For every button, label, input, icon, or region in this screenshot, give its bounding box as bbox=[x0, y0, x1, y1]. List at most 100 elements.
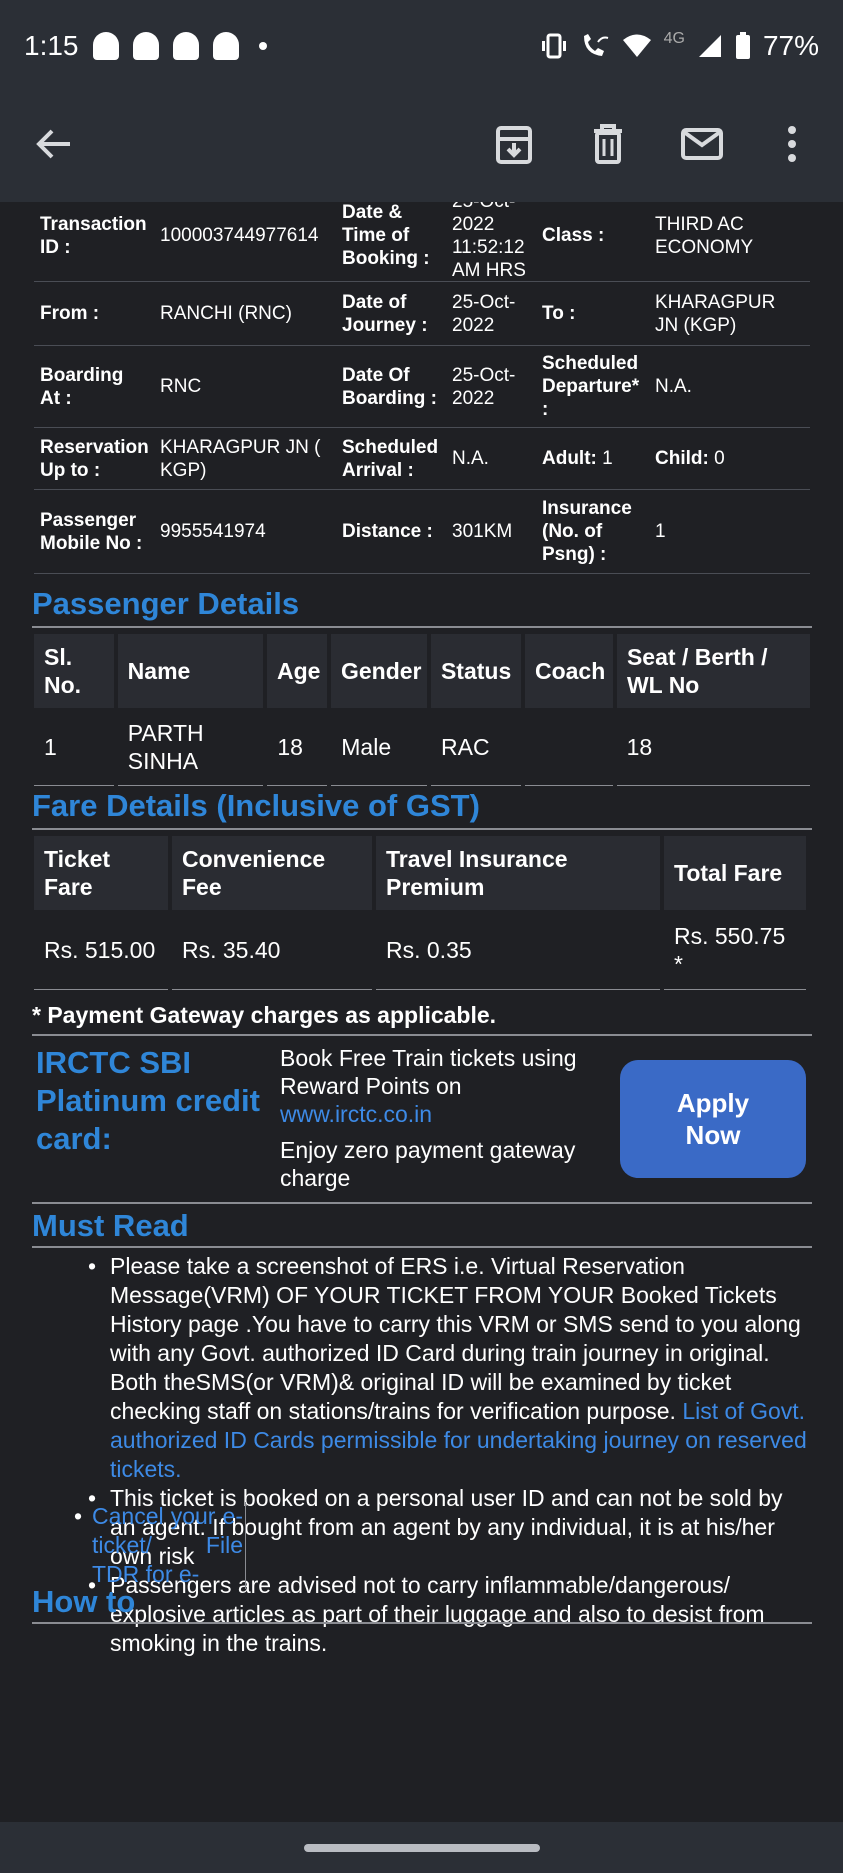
bullet: • bbox=[74, 1503, 83, 1529]
convenience-fee-value: Rs. 35.40 bbox=[172, 910, 372, 990]
snapchat-icon bbox=[212, 32, 239, 60]
column-header: Coach bbox=[524, 634, 613, 708]
booking-time-value: 25-Oct-2022 11:52:12 AM HRS bbox=[446, 202, 536, 281]
table-cell: 1 bbox=[34, 708, 114, 786]
child-count: Child: 0 bbox=[649, 428, 777, 489]
snapchat-icon bbox=[172, 32, 199, 60]
table-cell: 18 bbox=[267, 708, 328, 786]
column-header: Age bbox=[266, 634, 327, 708]
column-header: Name bbox=[117, 634, 263, 708]
wifi-calling-icon bbox=[580, 32, 610, 60]
child-label: Child: bbox=[655, 448, 709, 469]
promo-line: Book Free Train tickets using Reward Poi… bbox=[280, 1045, 577, 1099]
vibrate-icon bbox=[540, 32, 568, 60]
apply-now-button[interactable]: Apply Now bbox=[620, 1060, 806, 1178]
total-fare-value: Rs. 550.75 * bbox=[664, 910, 806, 990]
irctc-link[interactable]: www.irctc.co.in bbox=[280, 1101, 432, 1127]
signal-icon bbox=[697, 33, 723, 59]
divider bbox=[32, 626, 812, 628]
promo-line: Enjoy zero payment gateway charge bbox=[280, 1137, 576, 1191]
transaction-id-label: Transaction ID : bbox=[34, 202, 154, 281]
mobile-value: 9955541974 bbox=[154, 490, 336, 573]
distance-value: 301KM bbox=[446, 490, 536, 573]
more-notifications-icon bbox=[258, 42, 267, 50]
fare-table: Ticket Fare Convenience Fee Travel Insur… bbox=[34, 836, 810, 990]
divider bbox=[32, 1246, 812, 1248]
navigation-bar bbox=[0, 1822, 843, 1873]
to-label: To : bbox=[536, 282, 649, 345]
column-header: Total Fare bbox=[664, 836, 806, 910]
wifi-icon bbox=[622, 33, 652, 59]
fare-details-title: Fare Details (Inclusive of GST) bbox=[32, 788, 480, 823]
boarding-date-label: Date Of Boarding : bbox=[336, 346, 446, 427]
table-row: Transaction ID : 100003744977614 Date & … bbox=[34, 202, 810, 282]
column-header: Sl. No. bbox=[34, 634, 114, 708]
insurance-premium-value: Rs. 0.35 bbox=[376, 910, 660, 990]
battery-level: 77% bbox=[762, 30, 819, 61]
divider bbox=[32, 828, 812, 830]
adult-label: Adult: bbox=[542, 448, 597, 469]
to-value: KHARAGPUR JN (KGP) bbox=[649, 282, 777, 345]
table-row: Rs. 515.00 Rs. 35.40 Rs. 0.35 Rs. 550.75… bbox=[34, 910, 810, 990]
mark-unread-icon[interactable] bbox=[678, 120, 726, 168]
scheduled-arrival-value: N.A. bbox=[446, 428, 536, 489]
snapchat-icon bbox=[92, 32, 119, 60]
ticket-info-table: Transaction ID : 100003744977614 Date & … bbox=[34, 202, 810, 574]
home-gesture-handle[interactable] bbox=[304, 1844, 540, 1852]
clock: 1:15 bbox=[24, 30, 79, 61]
insurance-label: Insurance (No. of Psng) : bbox=[536, 490, 649, 573]
boarding-at-value: RNC bbox=[154, 346, 336, 427]
how-to-title: How to bbox=[32, 1584, 136, 1619]
reservation-upto-label: Reservation Up to : bbox=[34, 428, 154, 489]
table-row: Reservation Up to : KHARAGPUR JN ( KGP) … bbox=[34, 428, 810, 490]
table-row: From : RANCHI (RNC) Date of Journey : 25… bbox=[34, 282, 810, 346]
how-to-list: • Cancel your e-ticket/ File TDR for e- bbox=[74, 1502, 246, 1589]
column-header: Gender bbox=[330, 634, 427, 708]
table-cell: RAC bbox=[431, 708, 521, 786]
journey-date-value: 25-Oct-2022 bbox=[446, 282, 536, 345]
status-bar: 1:15 4G 77% bbox=[0, 0, 843, 92]
column-header: Travel Insurance Premium bbox=[376, 836, 660, 910]
distance-label: Distance : bbox=[336, 490, 446, 573]
scheduled-departure-value: N.A. bbox=[649, 346, 777, 427]
delete-icon[interactable] bbox=[584, 120, 632, 168]
app-bar bbox=[0, 92, 843, 202]
payment-gateway-note: * Payment Gateway charges as applicable. bbox=[32, 1002, 497, 1028]
network-type: 4G bbox=[663, 30, 685, 47]
battery-icon bbox=[735, 32, 751, 60]
table-header-row: Sl. No. Name Age Gender Status Coach Sea… bbox=[34, 634, 810, 708]
column-header: Status bbox=[430, 634, 521, 708]
ticket-fare-value: Rs. 515.00 bbox=[34, 910, 168, 990]
archive-icon[interactable] bbox=[490, 120, 538, 168]
table-cell: PARTH SINHA bbox=[117, 708, 264, 786]
scheduled-departure-label: Scheduled Departure* : bbox=[536, 346, 649, 427]
email-body[interactable]: Transaction ID : 100003744977614 Date & … bbox=[0, 202, 843, 1822]
scheduled-arrival-label: Scheduled Arrival : bbox=[336, 428, 446, 489]
insurance-value: 1 bbox=[649, 490, 777, 573]
table-cell: 18 bbox=[616, 708, 810, 786]
class-value: THIRD AC ECONOMY bbox=[649, 202, 777, 281]
table-header-row: Ticket Fare Convenience Fee Travel Insur… bbox=[34, 836, 810, 910]
passenger-details-title: Passenger Details bbox=[32, 586, 300, 621]
mobile-label: Passenger Mobile No : bbox=[34, 490, 154, 573]
back-arrow-icon[interactable] bbox=[30, 120, 78, 168]
booking-time-label: Date & Time of Booking : bbox=[336, 202, 446, 281]
child-value: 0 bbox=[714, 448, 725, 469]
adult-count: Adult: 1 bbox=[536, 428, 649, 489]
more-options-icon[interactable] bbox=[768, 120, 816, 168]
column-header: Ticket Fare bbox=[34, 836, 168, 910]
adult-value: 1 bbox=[602, 448, 613, 469]
promo-description: Book Free Train tickets using Reward Poi… bbox=[280, 1044, 610, 1128]
class-label: Class : bbox=[536, 202, 649, 281]
from-label: From : bbox=[34, 282, 154, 345]
divider bbox=[32, 1034, 812, 1036]
list-item: Please take a screenshot of ERS i.e. Vir… bbox=[88, 1252, 808, 1484]
from-value: RANCHI (RNC) bbox=[154, 282, 336, 345]
journey-date-label: Date of Journey : bbox=[336, 282, 446, 345]
table-row: Boarding At : RNC Date Of Boarding : 25-… bbox=[34, 346, 810, 428]
cancel-ticket-link[interactable]: Cancel your e-ticket/ File TDR for e- bbox=[92, 1503, 243, 1587]
apply-now-label: Apply Now bbox=[676, 1088, 750, 1150]
reservation-upto-value: KHARAGPUR JN ( KGP) bbox=[154, 428, 336, 489]
transaction-id-value: 100003744977614 bbox=[154, 202, 336, 281]
table-cell: Male bbox=[331, 708, 428, 786]
